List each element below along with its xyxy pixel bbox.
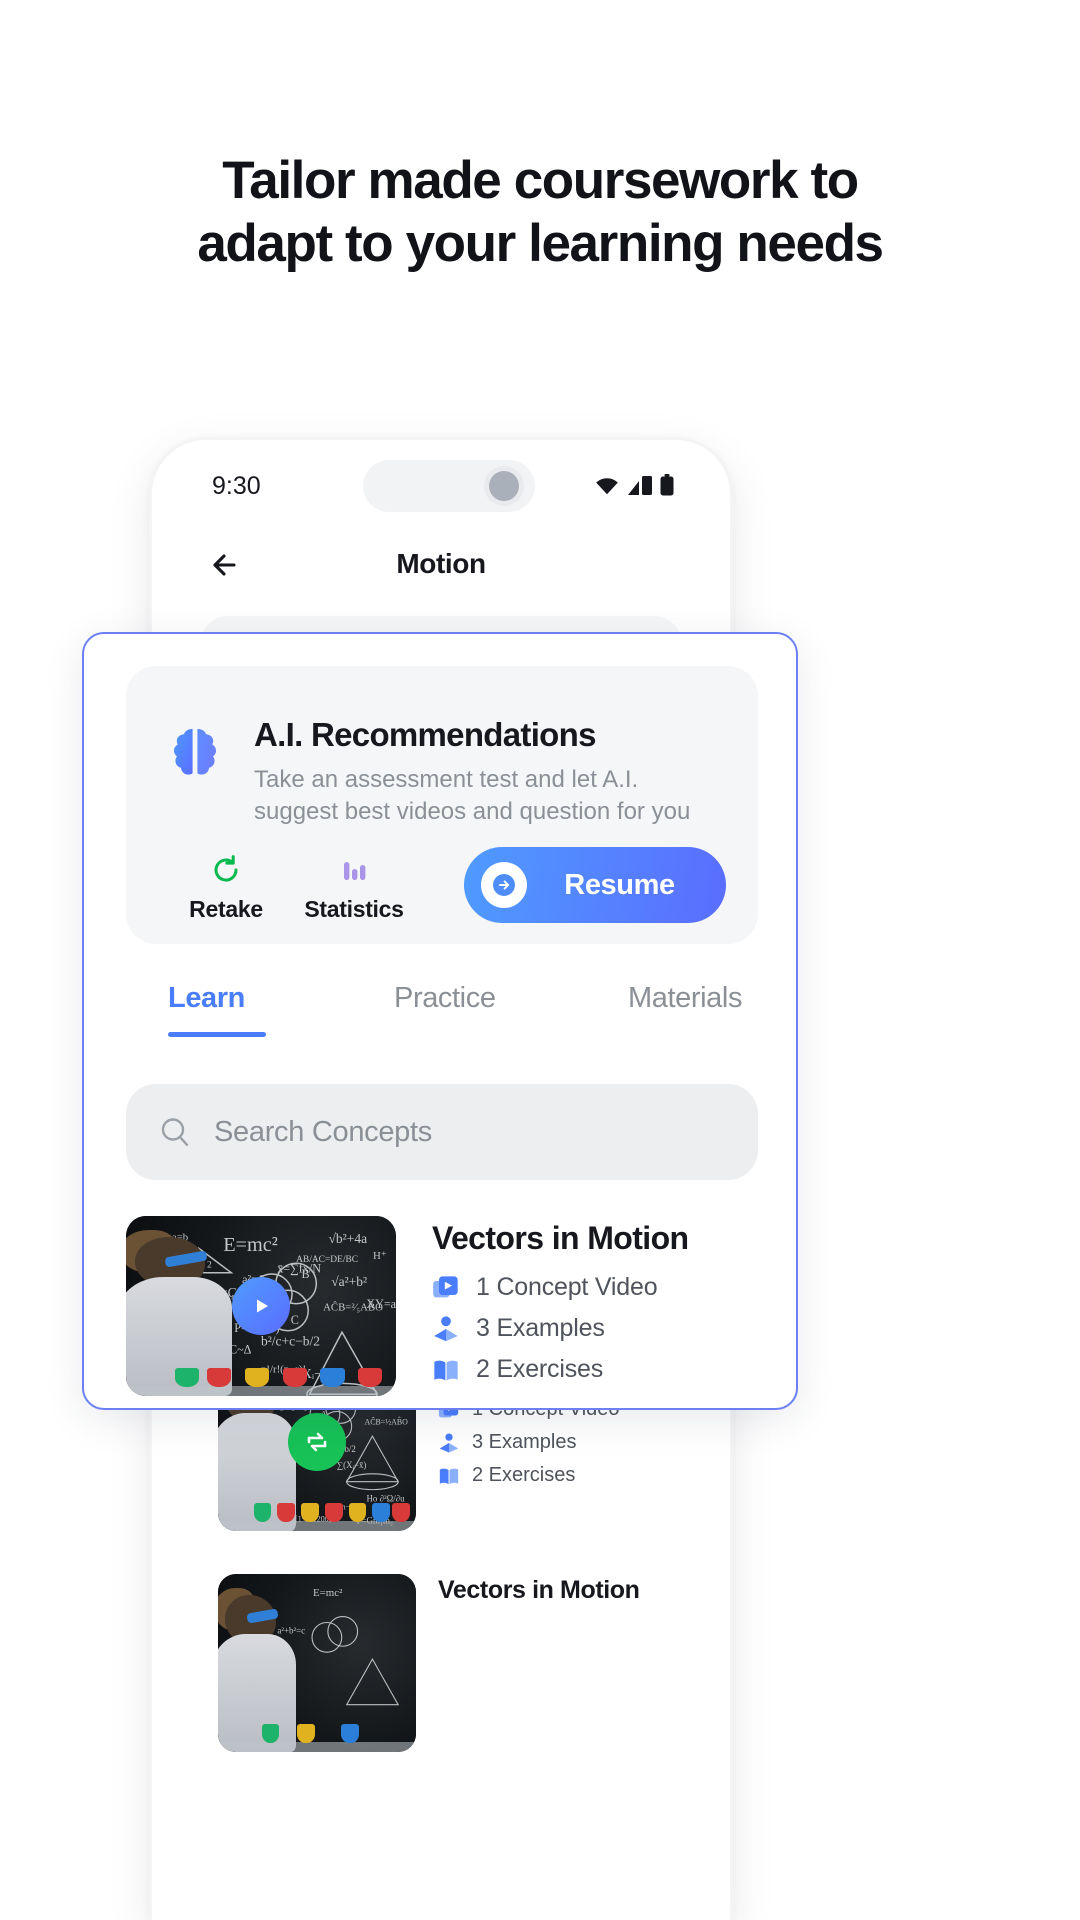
concept-meta: Vectors in Motion	[438, 1576, 716, 1619]
examples-person-icon	[434, 1315, 458, 1341]
status-icons	[594, 474, 674, 496]
lab-flasks	[218, 1722, 416, 1752]
concept-thumbnail[interactable]: E=mc² a=b a²+b²=c lim	[218, 1574, 416, 1752]
resume-label: Resume	[564, 868, 675, 901]
stat-label: 2 Exercises	[476, 1355, 604, 1383]
svg-text:H⁺: H⁺	[373, 1250, 387, 1262]
concept-stat: 2 Exercises	[438, 1464, 716, 1487]
arrow-right-circle-icon	[481, 862, 527, 908]
svg-text:E=mc²: E=mc²	[313, 1587, 343, 1599]
video-stack-icon	[433, 1275, 458, 1297]
book-icon	[434, 1360, 458, 1380]
brain-icon	[173, 728, 217, 775]
blackboard-image: E=mc² a=b a²+b²=c lim	[218, 1574, 416, 1752]
stat-label: 1 Concept Video	[476, 1273, 658, 1301]
retake-label: Retake	[189, 896, 263, 922]
status-bar: 9:30	[160, 448, 722, 526]
ai-card-subtitle: Take an assessment test and let A.I. sug…	[254, 766, 691, 825]
list-item[interactable]: E=mc² a=b a²+b²=c lim	[160, 1574, 722, 1769]
concept-thumbnail[interactable]: E=mc² x₂ a=b √b²+4a H⁺ x̄=∑fx/N a²=1 +b²…	[126, 1216, 396, 1396]
app-bar: Motion	[160, 530, 722, 604]
ai-card-title: A.I. Recommendations	[254, 716, 596, 753]
lab-flasks	[126, 1365, 396, 1396]
front-camera-icon	[489, 471, 519, 501]
tab-active-indicator	[168, 1032, 266, 1037]
svg-text:√b²+4a: √b²+4a	[329, 1231, 368, 1246]
concept-stat: 2 Exercises	[432, 1355, 689, 1384]
svg-text:√a²+b²: √a²+b²	[331, 1274, 367, 1289]
examples-person-icon	[439, 1432, 459, 1453]
search-bar[interactable]: Search Concepts	[126, 1084, 758, 1180]
play-icon[interactable]	[232, 1277, 290, 1335]
tab-learn[interactable]: Learn	[168, 982, 245, 1015]
concept-stat: 1 Concept Video	[432, 1273, 689, 1302]
svg-text:B: B	[302, 1267, 310, 1281]
svg-text:∑(Xᵢ−x̄): ∑(Xᵢ−x̄)	[337, 1460, 367, 1470]
wifi-icon	[596, 478, 618, 495]
list-item[interactable]: E=mc² x₂ a=b √b²+4a H⁺ x̄=∑fx/N a²=1 +b²…	[126, 1216, 762, 1396]
svg-text:C: C	[291, 1313, 299, 1327]
svg-text:AB/AC=DE/BC: AB/AC=DE/BC	[296, 1255, 358, 1265]
stat-label: 3 Examples	[476, 1314, 605, 1342]
highlighted-panel: A.I. Recommendations Take an assessment …	[82, 632, 798, 1410]
ai-card-actions: Retake Statistics Resume	[166, 847, 726, 931]
promo-screenshot: Tailor made coursework to adapt to your …	[0, 0, 1080, 1920]
concept-stat: 3 Examples	[438, 1431, 716, 1454]
statistics-button[interactable]: Statistics	[294, 851, 414, 923]
search-icon	[161, 1118, 189, 1146]
cellular-signal-icon	[628, 476, 652, 495]
refresh-icon	[214, 855, 238, 882]
repeat-icon[interactable]	[288, 1413, 346, 1471]
tab-practice[interactable]: Practice	[394, 982, 496, 1015]
screen-title: Motion	[396, 548, 486, 579]
stat-label: 2 Exercises	[472, 1464, 576, 1486]
headline-line-1: Tailor made coursework to	[222, 151, 859, 210]
svg-text:b²/c+c−b/2: b²/c+c−b/2	[261, 1334, 320, 1349]
lab-flasks	[218, 1501, 416, 1531]
resume-button[interactable]: Resume	[464, 847, 726, 923]
svg-text:AĈB=½AB̂O: AĈB=½AB̂O	[365, 1416, 409, 1427]
concept-title: Vectors in Motion	[432, 1220, 689, 1256]
ai-recommendations-card[interactable]: A.I. Recommendations Take an assessment …	[126, 666, 758, 944]
page-title: Tailor made coursework to adapt to your …	[0, 150, 1080, 275]
concept-stat: 3 Examples	[432, 1314, 689, 1343]
tab-materials[interactable]: Materials	[628, 982, 742, 1015]
camera-notch	[363, 460, 535, 512]
concept-meta: Vectors in Motion 1 Concept Video	[432, 1220, 689, 1396]
battery-icon	[660, 474, 674, 496]
book-icon	[439, 1468, 459, 1484]
tab-bar: Learn Practice Materials	[126, 982, 762, 1052]
retake-button[interactable]: Retake	[166, 851, 286, 923]
concept-title: Vectors in Motion	[438, 1576, 640, 1604]
bar-chart-icon	[344, 862, 366, 880]
search-placeholder: Search Concepts	[214, 1115, 432, 1148]
stat-label: 3 Examples	[472, 1431, 577, 1453]
svg-text:XY=a: XY=a	[366, 1297, 396, 1311]
headline-line-2: adapt to your learning needs	[197, 213, 884, 273]
background-concept-list: E=mc² a=b √b²+a x̄=∑fx/N a²+b²=c √a²+b² …	[160, 1353, 722, 1795]
status-time: 9:30	[212, 472, 261, 500]
statistics-label: Statistics	[304, 896, 404, 922]
